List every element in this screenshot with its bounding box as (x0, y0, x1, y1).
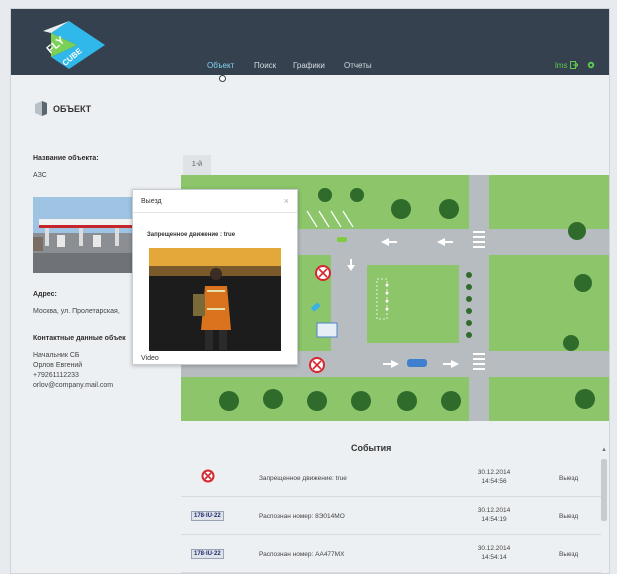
top-header: FLY CUBE Объект Поиск Графики Отчеты lms (11, 9, 609, 75)
contact-email[interactable]: orlov@company.mail.com (33, 382, 113, 389)
app-window: FLY CUBE Объект Поиск Графики Отчеты lms… (10, 8, 610, 574)
event-text: Распознан номер: АА477МХ (259, 551, 345, 558)
gear-icon[interactable] (587, 61, 595, 69)
event-popup: Выезд × Запрещенное движение : true Vide… (132, 189, 298, 365)
popup-divider (133, 212, 297, 213)
event-time: 14:54:19 (481, 516, 507, 523)
license-plate-icon: 178·IU·22 (191, 549, 224, 559)
contact-name: Орлов Евгений (33, 362, 83, 369)
event-type: Выезд (559, 513, 579, 520)
main-nav: Объект Поиск Графики Отчеты (11, 61, 609, 75)
tab-charts[interactable]: Графики (293, 61, 325, 70)
logout-icon[interactable] (570, 61, 578, 69)
user-name[interactable]: lms (555, 61, 567, 70)
events-title: События (351, 443, 392, 453)
address-label: Адрес: (33, 291, 57, 298)
active-tab-indicator (219, 75, 226, 82)
event-type: Выезд (559, 551, 579, 558)
event-datetime: 30.12.2014 14:54:14 (471, 544, 517, 562)
event-datetime: 30.12.2014 14:54:19 (471, 506, 517, 524)
popup-message: Запрещенное движение : true (147, 232, 236, 238)
event-row[interactable]: 178·IU·22 Распознан номер: 8Э014МО 30.12… (181, 497, 601, 535)
object-photo[interactable] (33, 197, 143, 273)
contact-position: Начальник СБ (33, 352, 80, 359)
event-row[interactable]: 178·IU·22 Распознан номер: АА477МХ 30.12… (181, 535, 601, 573)
object-name-value: АЗС (33, 172, 47, 179)
events-scrollbar[interactable]: ▲ (600, 447, 608, 573)
license-plate-icon: 178·IU·22 (191, 511, 224, 521)
contacts-label: Контактные данные объек (33, 335, 126, 342)
event-datetime: 30.12.2014 14:54:56 (471, 468, 517, 486)
address-value: Москва, ул. Пролетарская, (33, 308, 120, 315)
event-date: 30.12.2014 (477, 507, 511, 514)
event-date: 30.12.2014 (477, 545, 511, 552)
object-cube-icon (35, 101, 47, 116)
event-type: Выезд (559, 475, 579, 482)
event-date: 30.12.2014 (477, 469, 511, 476)
map-tab-1[interactable]: 1-й (183, 155, 211, 175)
event-row[interactable]: Запрещенное движение: true 30.12.2014 14… (181, 459, 601, 497)
page-title-text: ОБЪЕКТ (53, 104, 92, 114)
close-icon[interactable]: × (284, 196, 289, 206)
scroll-thumb[interactable] (601, 459, 607, 521)
tab-object[interactable]: Объект (207, 61, 234, 70)
event-time: 14:54:14 (481, 554, 507, 561)
video-frame[interactable] (149, 248, 281, 351)
object-name-label: Название объекта: (33, 155, 99, 162)
scroll-up-icon[interactable]: ▲ (600, 447, 608, 453)
event-text: Запрещенное движение: true (259, 475, 347, 482)
event-text: Распознан номер: 8Э014МО (259, 513, 345, 520)
event-time: 14:54:56 (481, 478, 507, 485)
video-label: Video (141, 355, 159, 362)
tab-reports[interactable]: Отчеты (344, 61, 372, 70)
popup-title: Выезд (141, 198, 162, 205)
tab-search[interactable]: Поиск (254, 61, 276, 70)
contact-phone: +79261112233 (33, 372, 79, 379)
forbidden-icon (201, 469, 215, 483)
